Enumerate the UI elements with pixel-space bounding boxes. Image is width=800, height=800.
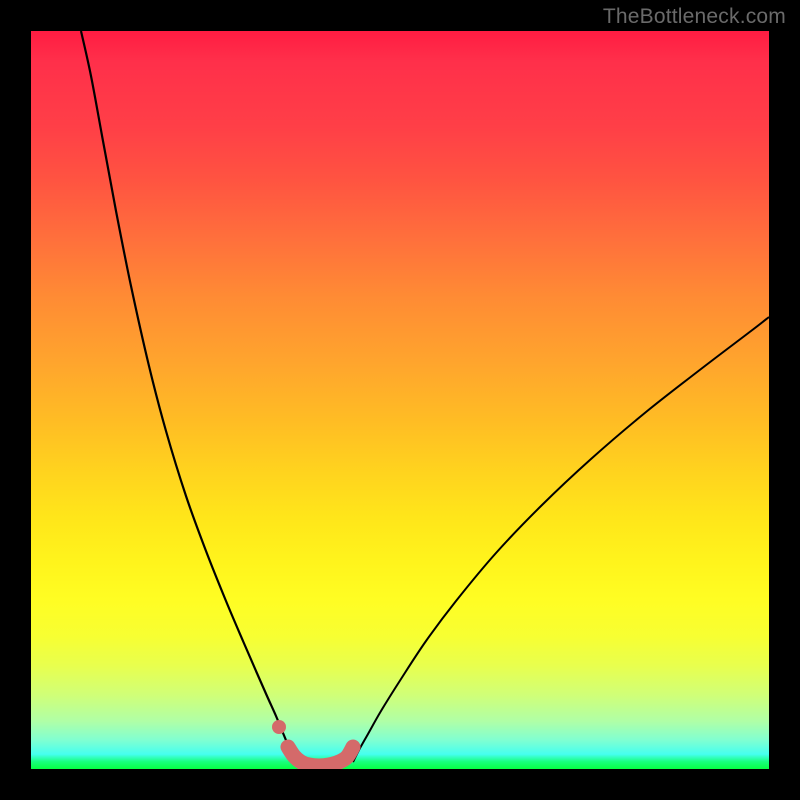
highlight-dot	[272, 720, 286, 734]
chart-frame: TheBottleneck.com	[0, 0, 800, 800]
right-branch-curve	[353, 317, 769, 762]
plot-area	[31, 31, 769, 769]
valley-highlight-curve	[288, 747, 353, 766]
watermark-text: TheBottleneck.com	[603, 5, 786, 29]
left-branch-curve	[81, 31, 295, 763]
chart-svg	[31, 31, 769, 769]
